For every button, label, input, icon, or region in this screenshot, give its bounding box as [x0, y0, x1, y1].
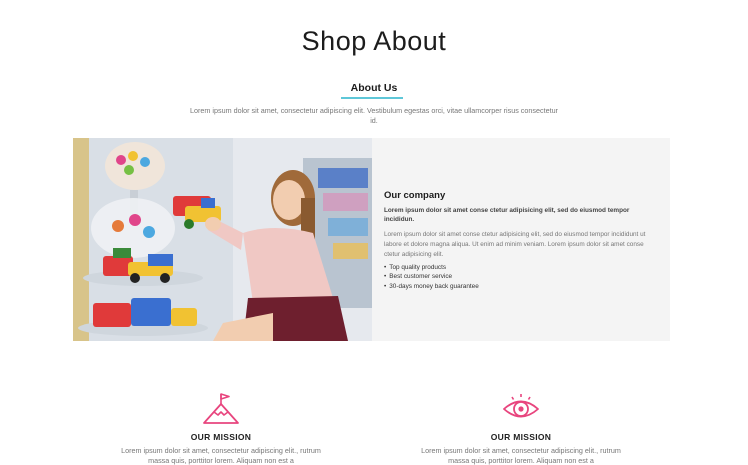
about-underline-divider [341, 97, 403, 99]
mission-title: OUR MISSION [190, 432, 252, 442]
company-feature-section: Our company Lorem ipsum dolor sit amet c… [73, 138, 670, 341]
list-item: Best customer service [384, 272, 656, 281]
about-heading: About Us [350, 82, 398, 94]
company-benefits-list: Top quality products Best customer servi… [384, 263, 656, 291]
list-item: 30-days money back guarantee [384, 282, 656, 291]
company-title: Our company [384, 190, 446, 201]
shop-photo-illustration [73, 138, 372, 341]
flag-mountain-icon [203, 393, 239, 424]
company-lead-text: Lorem ipsum dolor sit amet conse ctetur … [384, 207, 630, 223]
shop-photo-woman-with-toys [73, 138, 372, 341]
list-item: Top quality products [384, 263, 656, 272]
company-info: Our company Lorem ipsum dolor sit amet c… [384, 190, 656, 291]
company-body-text: Lorem ipsum dolor sit amet conse ctetur … [384, 231, 646, 259]
mission-text: Lorem ipsum dolor sit amet, consectetur … [421, 446, 621, 465]
eye-icon [503, 394, 539, 418]
mission-text: Lorem ipsum dolor sit amet, consectetur … [121, 446, 321, 465]
mission-card-2: OUR MISSION Lorem ipsum dolor sit amet, … [416, 392, 626, 465]
page-title: Shop About [301, 26, 447, 56]
mission-title: OUR MISSION [490, 432, 552, 442]
mission-card-1: OUR MISSION Lorem ipsum dolor sit amet, … [116, 392, 326, 465]
about-description: Lorem ipsum dolor sit amet, consectetur … [190, 106, 558, 125]
